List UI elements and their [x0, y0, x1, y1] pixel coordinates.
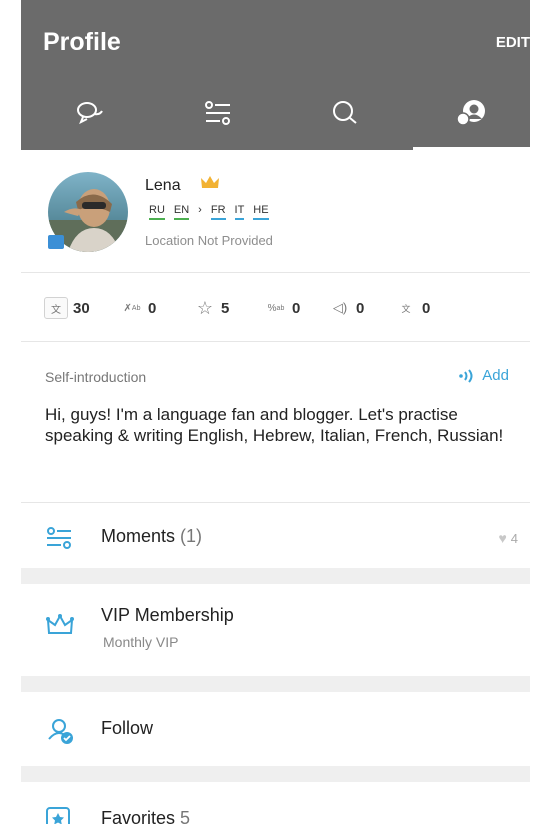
vip-label: VIP Membership: [101, 605, 234, 625]
self-introduction-label: Self-introduction: [45, 369, 147, 385]
follow-icon: [48, 719, 73, 744]
app-header: Profile EDIT: [21, 0, 530, 150]
page-title: Profile: [43, 28, 121, 56]
favorites-icon: [46, 807, 70, 824]
tab-search[interactable]: [315, 88, 375, 138]
stat-translations[interactable]: 文 30: [44, 296, 90, 320]
stat-voice[interactable]: ◁) 0: [329, 296, 365, 320]
follow-label: Follow: [101, 718, 154, 738]
moments-row[interactable]: Moments (1) ♥ 4: [21, 503, 530, 568]
user-name: Lena: [145, 177, 181, 194]
vip-membership-row[interactable]: VIP Membership Monthly VIP: [21, 584, 530, 676]
section-divider: [21, 568, 530, 584]
chat-bubbles-icon: [77, 102, 103, 125]
stat-favorites[interactable]: ☆ 5: [194, 296, 229, 320]
language-tag: RU: [149, 204, 165, 220]
moments-likes: ♥ 4: [498, 530, 518, 546]
stat-translate-icon: 文: [44, 297, 68, 319]
section-divider: [21, 676, 530, 692]
stat-corrections[interactable]: ✗ Ab 0: [121, 296, 157, 320]
tab-learning[interactable]: [188, 88, 248, 138]
search-icon: [333, 101, 357, 124]
tab-profile[interactable]: [442, 88, 502, 138]
language-tag: HE: [253, 204, 269, 220]
language-tag: FR: [210, 204, 226, 220]
language-arrow: ›: [198, 204, 202, 216]
stat-correction-icon: ✗ Ab: [123, 302, 141, 314]
language-tag: IT: [234, 204, 245, 220]
language-tag: EN: [173, 204, 190, 220]
profile-icon: [456, 100, 485, 126]
vip-crown-icon: [46, 613, 74, 634]
edit-button[interactable]: EDIT: [496, 34, 530, 51]
favorites-label: Favorites 5: [101, 808, 191, 824]
section-divider: [21, 766, 530, 782]
avatar-badge-icon: [48, 235, 64, 249]
stat-pinyin[interactable]: 文 0: [395, 296, 430, 320]
stat-star-icon: ☆: [196, 297, 214, 318]
moments-icon: [47, 527, 71, 549]
follow-row[interactable]: Follow: [21, 692, 530, 766]
location-text: Location Not Provided: [145, 233, 273, 248]
stats-row: 文 30 ✗ Ab 0 ☆ 5 % ab 0 ◁) 0 文 0: [21, 273, 530, 342]
self-introduction-text: Hi, guys! I'm a language fan and blogger…: [45, 405, 504, 445]
add-voice-intro-button[interactable]: Add: [458, 367, 509, 384]
stat-voice-icon: ◁): [332, 300, 348, 315]
stat-transliterations[interactable]: % ab 0: [265, 296, 301, 320]
tab-chats[interactable]: [61, 88, 121, 138]
voice-wave-icon: [459, 368, 473, 383]
heart-icon: ♥: [498, 530, 507, 546]
list-settings-icon: [205, 101, 230, 125]
profile-card[interactable]: Lena RU EN › FR IT HE Location Not Provi…: [21, 150, 530, 273]
crown-icon: [201, 176, 219, 188]
stat-transliteration-icon: % ab: [267, 302, 285, 314]
favorites-row[interactable]: Favorites 5: [21, 782, 530, 824]
vip-subtitle: Monthly VIP: [103, 634, 179, 650]
moments-label: Moments (1): [101, 526, 203, 546]
self-introduction-section: Self-introduction Add Hi, guys! I'm a la…: [21, 342, 530, 503]
profile-screen: Profile EDIT Lena RU EN › FR IT HE Locat…: [21, 0, 530, 824]
stat-pinyin-icon: 文: [401, 303, 411, 314]
language-list: RU EN › FR IT HE: [149, 204, 278, 220]
